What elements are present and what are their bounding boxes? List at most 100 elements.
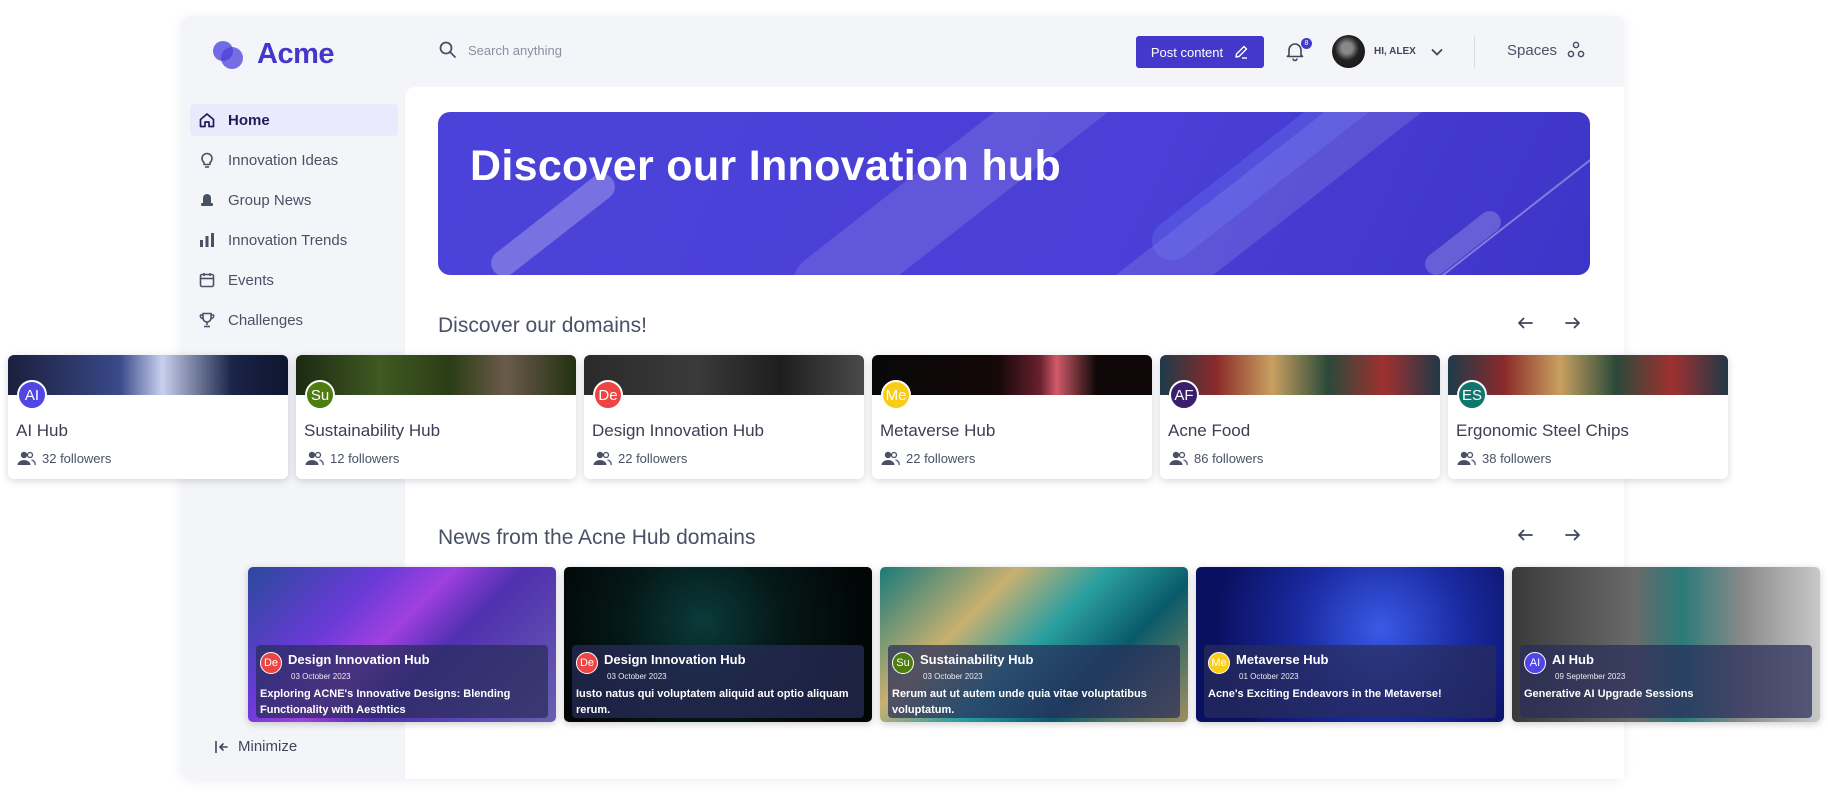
sidebar-item-group-news[interactable]: Group News — [190, 184, 398, 216]
news-carousel-controls — [1508, 522, 1590, 548]
sidebar-item-innovation-trends[interactable]: Innovation Trends — [190, 224, 398, 256]
user-greeting: HI, ALEX — [1374, 46, 1416, 57]
users-icon — [881, 451, 900, 466]
domain-followers: 22 followers — [880, 450, 975, 466]
domain-card[interactable]: AF Acne Food 86 followers — [1160, 355, 1440, 479]
followers-count: 22 followers — [906, 450, 976, 466]
logo-text: Acme — [257, 38, 335, 70]
users-icon — [17, 451, 36, 466]
domain-followers: 86 followers — [1168, 450, 1263, 466]
domain-badge: AF — [1169, 380, 1199, 410]
news-card[interactable]: Su Sustainability Hub 03 October 2023 Rer… — [880, 567, 1188, 722]
arrow-left-icon — [1518, 317, 1533, 329]
domain-followers: 32 followers — [16, 450, 111, 466]
sidebar-item-label: Innovation Trends — [228, 231, 348, 249]
domain-card[interactable]: ES Ergonomic Steel Chips 38 followers — [1448, 355, 1728, 479]
domain-card[interactable]: Su Sustainability Hub 12 followers — [296, 355, 576, 479]
sidebar: Home Innovation Ideas Group News Innovat… — [190, 104, 398, 344]
sidebar-item-innovation-ideas[interactable]: Innovation Ideas — [190, 144, 398, 176]
domains-prev-button[interactable] — [1508, 310, 1542, 336]
domain-badge: ES — [1457, 380, 1487, 410]
news-date: 09 September 2023 — [1555, 672, 1626, 681]
arrow-right-icon — [1565, 317, 1580, 329]
spaces-button[interactable]: Spaces — [1507, 41, 1585, 59]
sidebar-item-events[interactable]: Events — [190, 264, 398, 296]
news-hub-name: Metaverse Hub — [1236, 651, 1329, 667]
users-icon — [1457, 451, 1476, 466]
post-content-label: Post content — [1150, 44, 1224, 60]
domain-card[interactable]: AI AI Hub 32 followers — [8, 355, 288, 479]
search-input[interactable] — [468, 42, 768, 58]
notifications-button[interactable]: 8 — [1284, 38, 1312, 64]
trophy-icon — [199, 312, 215, 328]
spaces-icon — [1567, 41, 1585, 58]
news-hub-name: AI Hub — [1552, 651, 1594, 667]
logo-mark-icon — [213, 39, 245, 71]
domain-card[interactable]: Me Metaverse Hub 22 followers — [872, 355, 1152, 479]
arrow-left-icon — [1518, 529, 1533, 541]
news-card[interactable]: AI AI Hub 09 September 2023 Generative AI… — [1512, 567, 1820, 722]
sidebar-item-label: Home — [228, 111, 270, 129]
news-hub-name: Design Innovation Hub — [604, 651, 746, 667]
followers-count: 12 followers — [330, 450, 400, 466]
sidebar-item-label: Innovation Ideas — [228, 151, 339, 169]
news-headline: Rerum aut ut autem unde quia vitae volup… — [892, 688, 1147, 716]
home-icon — [199, 113, 215, 128]
sidebar-item-home[interactable]: Home — [190, 104, 398, 136]
domain-name: Sustainability Hub — [304, 421, 441, 440]
news-hub-name: Sustainability Hub — [920, 651, 1034, 667]
news-headline: Generative AI Upgrade Sessions — [1524, 688, 1694, 700]
users-icon — [305, 451, 324, 466]
post-content-button[interactable]: Post content — [1136, 36, 1264, 68]
domain-card[interactable]: De Design Innovation Hub 22 followers — [584, 355, 864, 479]
news-headline: Exploring ACNE's Innovative Designs: Ble… — [260, 688, 511, 716]
news-hub-badge: Su — [892, 652, 914, 674]
arrow-right-icon — [1565, 529, 1580, 541]
chevron-down-icon — [1431, 48, 1443, 56]
domain-badge: AI — [17, 380, 47, 410]
followers-count: 22 followers — [618, 450, 688, 466]
news-prev-button[interactable] — [1508, 522, 1542, 548]
news-headline: Iusto natus qui voluptatem aliquid aut o… — [576, 688, 849, 716]
minimize-label: Minimize — [238, 738, 298, 755]
domain-followers: 22 followers — [592, 450, 687, 466]
followers-count: 86 followers — [1194, 450, 1264, 466]
news-card-overlay: Su Sustainability Hub 03 October 2023 Rer… — [888, 645, 1180, 718]
domain-followers: 38 followers — [1456, 450, 1551, 466]
logo[interactable]: Acme — [213, 38, 335, 71]
news-hub-badge: De — [576, 652, 598, 674]
calendar-icon — [199, 273, 215, 288]
news-section-title: News from the Acne Hub domains — [438, 526, 756, 549]
hero-banner: Discover our Innovation hub — [438, 112, 1590, 275]
news-headline: Acne's Exciting Endeavors in the Metaver… — [1208, 688, 1442, 700]
notification-count-badge: 8 — [1301, 38, 1312, 49]
news-date: 03 October 2023 — [291, 672, 351, 681]
news-card-overlay: De Design Innovation Hub 03 October 2023 … — [256, 645, 548, 718]
news-next-button[interactable] — [1556, 522, 1590, 548]
news-card[interactable]: De Design Innovation Hub 03 October 2023 … — [248, 567, 556, 722]
users-icon — [593, 451, 612, 466]
domain-name: AI Hub — [16, 421, 68, 440]
domains-next-button[interactable] — [1556, 310, 1590, 336]
domain-name: Design Innovation Hub — [592, 421, 765, 440]
user-menu[interactable]: HI, ALEX — [1332, 35, 1444, 68]
search-bar[interactable] — [438, 40, 768, 60]
news-card-overlay: AI AI Hub 09 September 2023 Generative AI… — [1520, 645, 1812, 718]
pencil-icon — [1235, 45, 1248, 59]
followers-count: 38 followers — [1482, 450, 1552, 466]
followers-count: 32 followers — [42, 450, 112, 466]
minimize-button[interactable]: Minimize — [214, 738, 297, 755]
sidebar-item-label: Events — [228, 271, 274, 289]
news-date: 03 October 2023 — [607, 672, 667, 681]
news-hub-badge: AI — [1524, 652, 1546, 674]
domain-badge: Su — [305, 380, 335, 410]
bar-chart-icon — [200, 233, 214, 247]
news-card[interactable]: De Design Innovation Hub 03 October 2023 … — [564, 567, 872, 722]
domains-carousel-controls — [1508, 310, 1590, 336]
domains-section-title: Discover our domains! — [438, 314, 647, 337]
news-card[interactable]: Me Metaverse Hub 01 October 2023 Acne's E… — [1196, 567, 1504, 722]
sidebar-item-challenges[interactable]: Challenges — [190, 304, 398, 336]
news-hub-name: Design Innovation Hub — [288, 651, 430, 667]
news-date: 01 October 2023 — [1239, 672, 1299, 681]
users-icon — [1169, 451, 1188, 466]
